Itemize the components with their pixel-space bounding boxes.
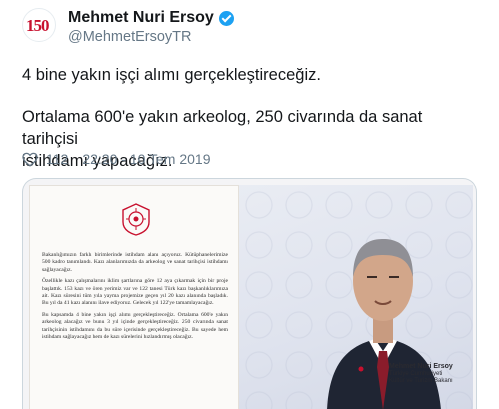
- letter-paragraph: Bu kapsamda 4 bine yakın işçi alımı gerç…: [42, 312, 228, 340]
- caption-line-2: Kültür ve Turizm Bakanı: [389, 378, 453, 384]
- author-names: Mehmet Nuri Ersoy @MehmetErsoyTR: [68, 8, 234, 45]
- avatar-logo: 150: [26, 16, 49, 35]
- timestamp[interactable]: 22:20 - 10 Tem 2019: [82, 151, 210, 167]
- ministry-emblem-icon: [122, 203, 150, 236]
- caption-line-1: Türkiye Cumhuriyeti: [389, 370, 443, 377]
- verified-badge-icon: [218, 10, 234, 26]
- minister-photo-panel: Mehmet Nuri Ersoy Türkiye Cumhuriyeti Kü…: [239, 185, 473, 409]
- ministry-letter: Bakanlığımızın farklı birimlerinde istih…: [29, 185, 239, 409]
- caption-name: Mehmet Nuri Ersoy: [389, 363, 453, 370]
- like-count: 112: [46, 151, 69, 167]
- letter-paragraph: Bakanlığımızın farklı birimlerinde istih…: [42, 252, 228, 273]
- heart-icon[interactable]: [22, 152, 38, 167]
- photo-caption: Mehmet Nuri Ersoy Türkiye Cumhuriyeti Kü…: [389, 363, 469, 386]
- user-handle[interactable]: @MehmetErsoyTR: [68, 29, 234, 45]
- letter-paragraph: Özellikle kazı çalışmalarını iklim şartl…: [42, 278, 228, 307]
- display-name[interactable]: Mehmet Nuri Ersoy: [68, 9, 214, 27]
- tweet-media-image[interactable]: Bakanlığımızın farklı birimlerinde istih…: [22, 178, 477, 409]
- tweet-meta: 112 22:20 - 10 Tem 2019: [22, 150, 211, 168]
- tweet-text-line-1: 4 bine yakın işçi alımı gerçekleştireceğ…: [22, 66, 321, 84]
- letter-text: Bakanlığımızın farklı birimlerinde istih…: [42, 252, 228, 346]
- tweet-header: 150 Mehmet Nuri Ersoy @MehmetErsoyTR: [22, 6, 482, 46]
- avatar[interactable]: 150: [22, 8, 56, 42]
- name-row: Mehmet Nuri Ersoy: [68, 8, 234, 28]
- tweet-text-line-2: Ortalama 600'e yakın arkeolog, 250 civar…: [22, 108, 423, 148]
